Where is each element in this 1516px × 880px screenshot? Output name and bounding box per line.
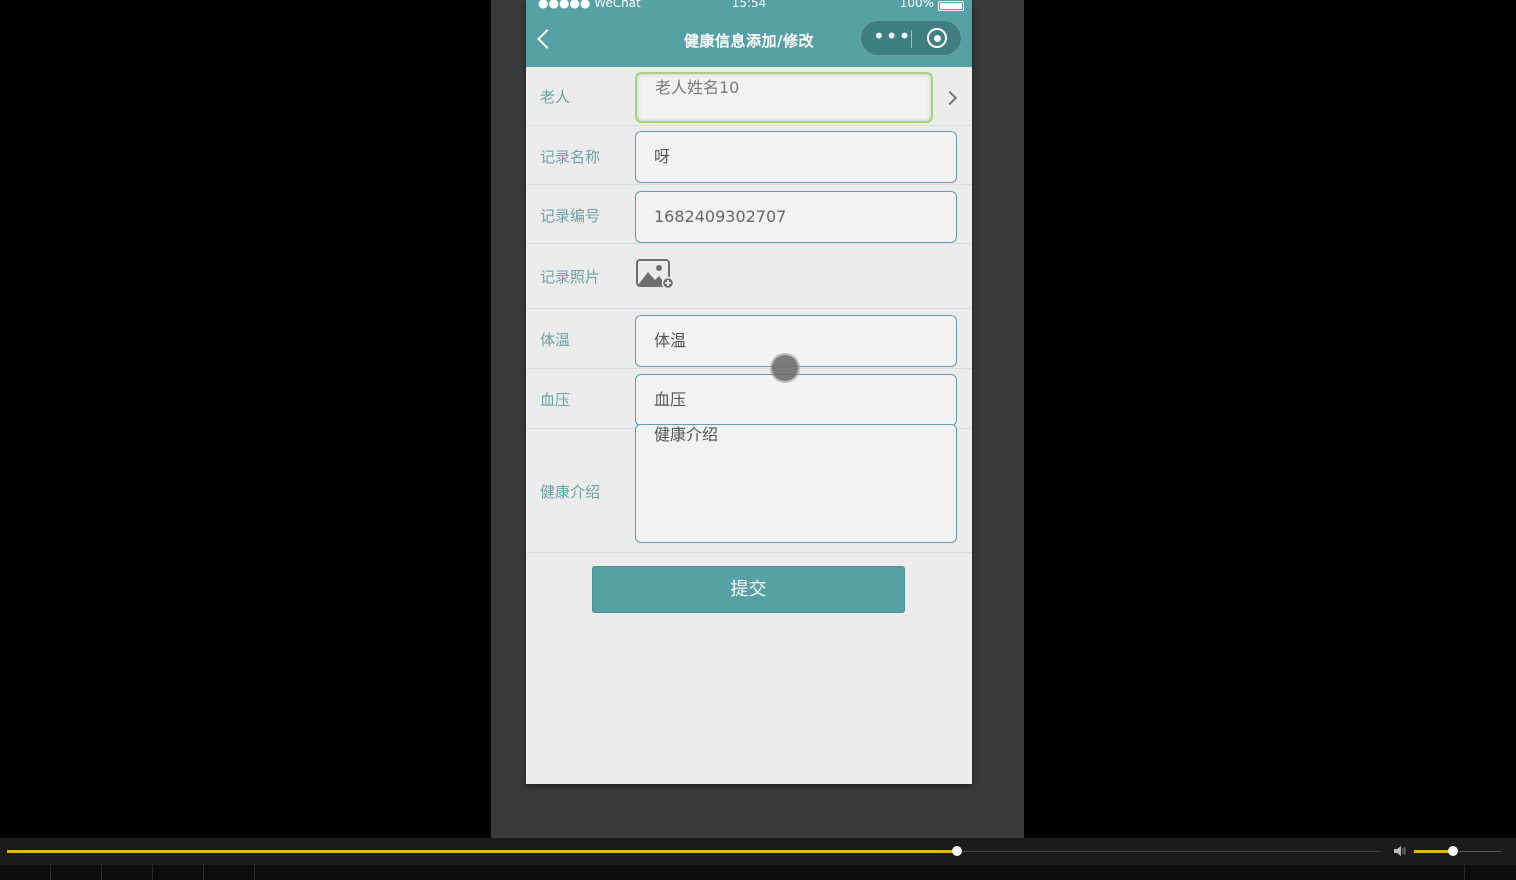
temperature-input[interactable]: 体温: [635, 315, 957, 367]
record-name-input[interactable]: 呀: [635, 131, 957, 183]
strip-divider: [1464, 865, 1465, 880]
record-photo-label: 记录照片: [540, 268, 601, 286]
video-player-controls: [0, 838, 1516, 865]
bottom-strip: [0, 865, 1516, 880]
target-icon[interactable]: [927, 28, 947, 48]
record-no-input[interactable]: 1682409302707: [635, 191, 957, 243]
blood-pressure-input[interactable]: 血压: [635, 374, 957, 426]
elder-picker[interactable]: 老人姓名10: [635, 72, 933, 123]
volume-fill: [1414, 850, 1453, 853]
form-row-temperature: 体温 体温: [526, 309, 972, 369]
progress-knob[interactable]: [952, 846, 963, 856]
elder-value: 老人姓名10: [655, 78, 740, 97]
form-row-record-name: 记录名称 呀: [526, 126, 972, 185]
image-upload-icon[interactable]: [636, 259, 674, 289]
strip-divider: [101, 865, 102, 880]
volume-icon[interactable]: [1393, 845, 1407, 857]
form-row-elder: 老人 老人姓名10: [526, 67, 972, 126]
volume-knob[interactable]: [1447, 846, 1458, 856]
record-no-value: 1682409302707: [654, 207, 787, 226]
capsule-divider: [911, 30, 912, 48]
record-name-value: 呀: [654, 147, 671, 166]
form-row-blood-pressure: 血压 血压: [526, 369, 972, 429]
form-row-health-intro: 健康介绍 健康介绍: [526, 424, 972, 553]
chevron-right-icon[interactable]: [942, 90, 958, 106]
strip-divider: [254, 865, 255, 880]
record-no-label: 记录编号: [540, 207, 601, 225]
temperature-label: 体温: [540, 331, 571, 349]
battery-icon: [938, 1, 964, 11]
status-battery-text: 100%: [899, 0, 934, 10]
strip-divider: [203, 865, 204, 880]
volume-track[interactable]: [1414, 846, 1502, 856]
progress-track[interactable]: [7, 846, 1380, 856]
form-row-record-photo: 记录照片: [526, 244, 972, 309]
elder-label: 老人: [540, 88, 571, 106]
blood-pressure-placeholder: 血压: [654, 390, 687, 409]
progress-fill: [7, 850, 958, 853]
strip-divider: [152, 865, 153, 880]
health-intro-textarea[interactable]: 健康介绍: [635, 424, 957, 543]
phone-screen: ●●●●● WeChat 15:54 100% 健康信息添加/修改 ••• 老人…: [526, 0, 972, 784]
strip-divider: [50, 865, 51, 880]
temperature-placeholder: 体温: [654, 331, 687, 350]
health-intro-placeholder: 健康介绍: [654, 425, 719, 444]
status-bar: ●●●●● WeChat 15:54 100%: [526, 0, 972, 12]
navigation-bar: 健康信息添加/修改 •••: [526, 12, 972, 67]
health-intro-label: 健康介绍: [540, 483, 601, 501]
blood-pressure-label: 血压: [540, 391, 571, 409]
submit-button[interactable]: 提交: [592, 566, 905, 613]
more-dots-icon[interactable]: •••: [873, 26, 910, 46]
record-name-label: 记录名称: [540, 148, 601, 166]
touch-indicator: [772, 355, 798, 381]
form-row-record-no: 记录编号 1682409302707: [526, 185, 972, 244]
mini-program-capsule: •••: [860, 20, 962, 56]
